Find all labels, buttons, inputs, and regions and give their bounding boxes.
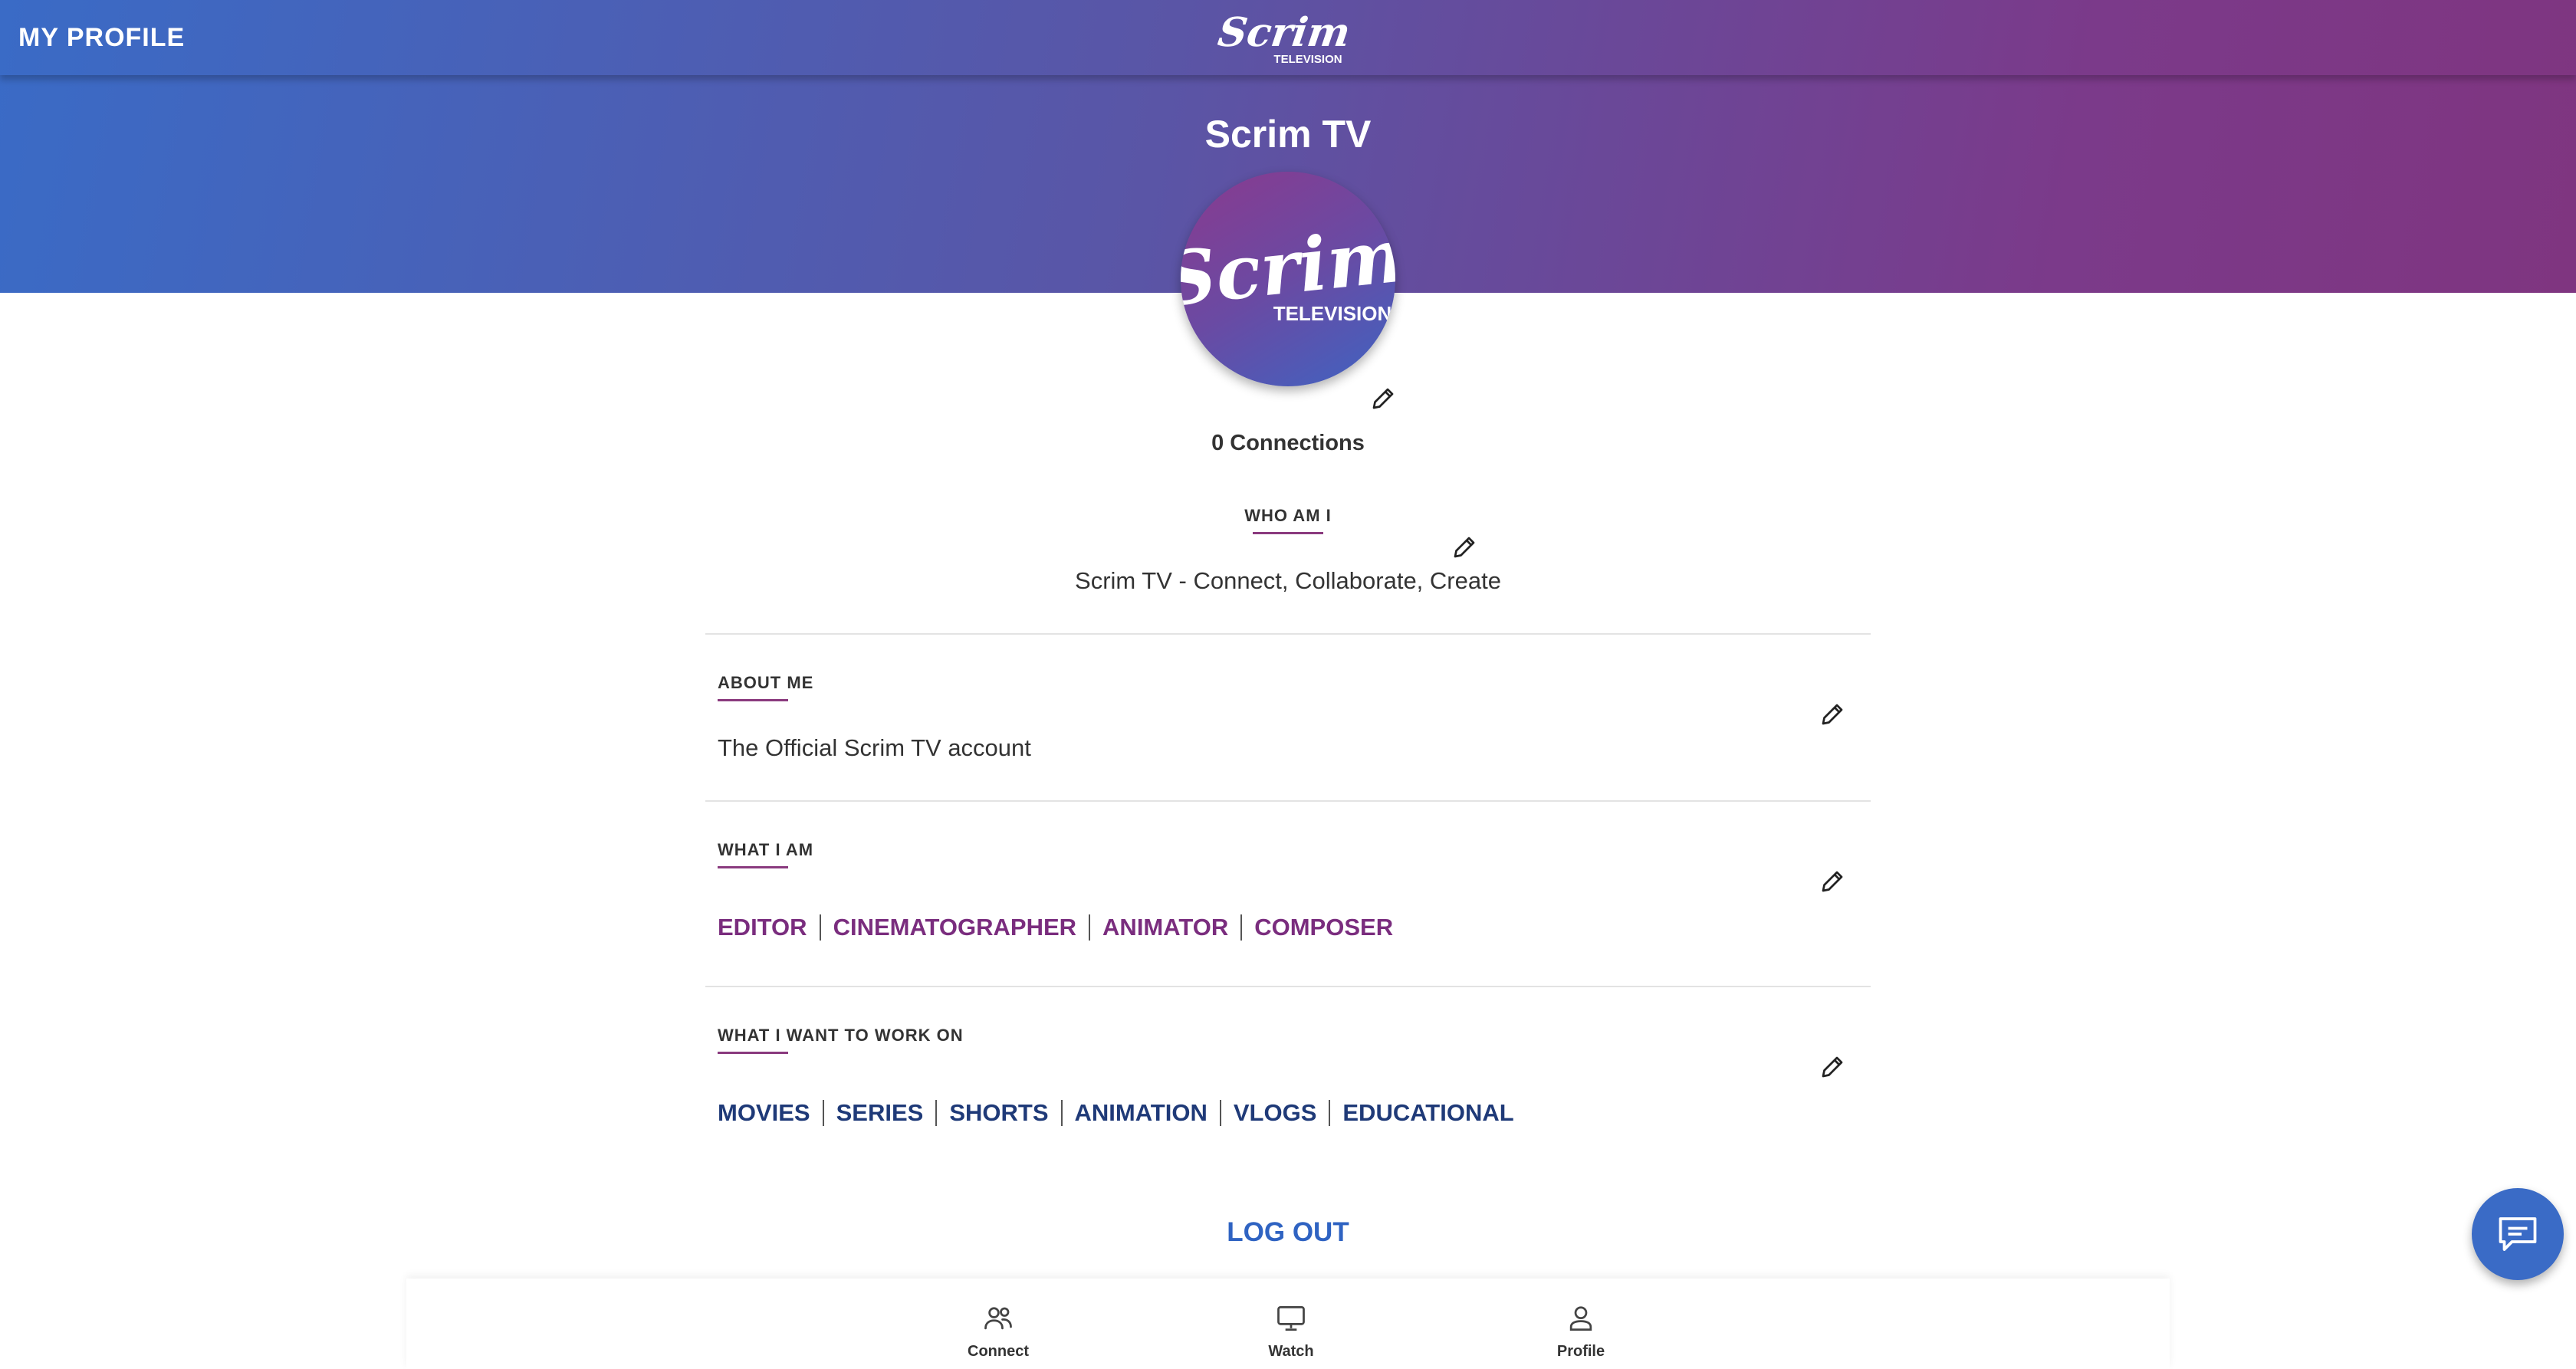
logout-button[interactable]: LOG OUT	[0, 1217, 2576, 1248]
work-on-underline	[718, 1052, 788, 1054]
monitor-icon	[1277, 1305, 1305, 1331]
nav-profile[interactable]: Profile	[1512, 1279, 1650, 1369]
users-icon	[984, 1307, 1012, 1330]
edit-avatar-pencil-icon[interactable]	[1369, 385, 1397, 412]
tag-separator	[1219, 1100, 1221, 1126]
tag-separator	[935, 1100, 938, 1126]
tag-separator	[822, 1100, 824, 1126]
tag-separator	[1060, 1100, 1063, 1126]
avatar-logo-subtext: TELEVISION	[1273, 302, 1392, 325]
section-divider	[705, 800, 1871, 802]
role-tag-cinematographer: CINEMATOGRAPHER	[833, 914, 1077, 941]
what-i-am-tags: EDITOR CINEMATOGRAPHER ANIMATOR COMPOSER	[718, 914, 1393, 941]
nav-watch-label: Watch	[1268, 1343, 1314, 1360]
work-tag-animation: ANIMATION	[1074, 1099, 1208, 1126]
who-am-i-underline	[1253, 532, 1323, 534]
section-divider	[705, 986, 1871, 987]
work-tag-shorts: SHORTS	[949, 1099, 1049, 1126]
tag-separator	[1089, 914, 1091, 941]
edit-work-on-pencil-icon[interactable]	[1819, 1053, 1846, 1081]
work-tag-vlogs: VLOGS	[1233, 1099, 1317, 1126]
scrim-logo[interactable]: Scrim TELEVISION	[1215, 5, 1359, 69]
nav-profile-label: Profile	[1556, 1343, 1605, 1360]
page-title: MY PROFILE	[18, 23, 186, 52]
bottom-nav: Connect Watch Profile	[406, 1279, 2170, 1369]
edit-about-me-pencil-icon[interactable]	[1819, 701, 1846, 728]
who-am-i-text: Scrim TV - Connect, Collaborate, Create	[1075, 567, 1501, 594]
tag-separator	[819, 914, 821, 941]
tag-separator	[1240, 914, 1243, 941]
what-i-am-underline	[718, 866, 788, 868]
edit-who-am-i-pencil-icon[interactable]	[1451, 533, 1478, 561]
logo-text: Scrim	[1217, 9, 1353, 56]
section-divider	[705, 633, 1871, 635]
nav-connect-label: Connect	[968, 1343, 1029, 1360]
edit-what-i-am-pencil-icon[interactable]	[1819, 868, 1846, 895]
nav-connect[interactable]: Connect	[929, 1279, 1067, 1369]
role-tag-composer: COMPOSER	[1254, 914, 1394, 941]
connections-count[interactable]: 0 Connections	[0, 431, 2576, 456]
what-i-am-label: WHAT I AM	[718, 840, 814, 859]
about-me-text: The Official Scrim TV account	[718, 734, 1031, 761]
tag-separator	[1329, 1100, 1331, 1126]
work-tag-educational: EDUCATIONAL	[1342, 1099, 1514, 1126]
user-icon	[1569, 1306, 1592, 1331]
work-on-tags: MOVIES SERIES SHORTS ANIMATION VLOGS EDU…	[718, 1099, 1514, 1127]
nav-watch[interactable]: Watch	[1222, 1279, 1360, 1369]
who-am-i-label: WHO AM I	[1244, 506, 1332, 525]
avatar[interactable]: Scrim TELEVISION	[1181, 172, 1395, 386]
chat-button[interactable]	[2472, 1188, 2564, 1280]
chat-icon	[2499, 1217, 2537, 1251]
logo-subtext: TELEVISION	[1273, 53, 1342, 66]
work-tag-movies: MOVIES	[718, 1099, 810, 1126]
about-me-label: ABOUT ME	[718, 673, 814, 692]
work-on-label: WHAT I WANT TO WORK ON	[718, 1026, 964, 1045]
top-bar: MY PROFILE Scrim TELEVISION	[0, 0, 2576, 75]
profile-name: Scrim TV	[1204, 113, 1372, 156]
role-tag-animator: ANIMATOR	[1102, 914, 1229, 941]
about-me-underline	[718, 699, 788, 701]
work-tag-series: SERIES	[836, 1099, 924, 1126]
role-tag-editor: EDITOR	[718, 914, 807, 941]
